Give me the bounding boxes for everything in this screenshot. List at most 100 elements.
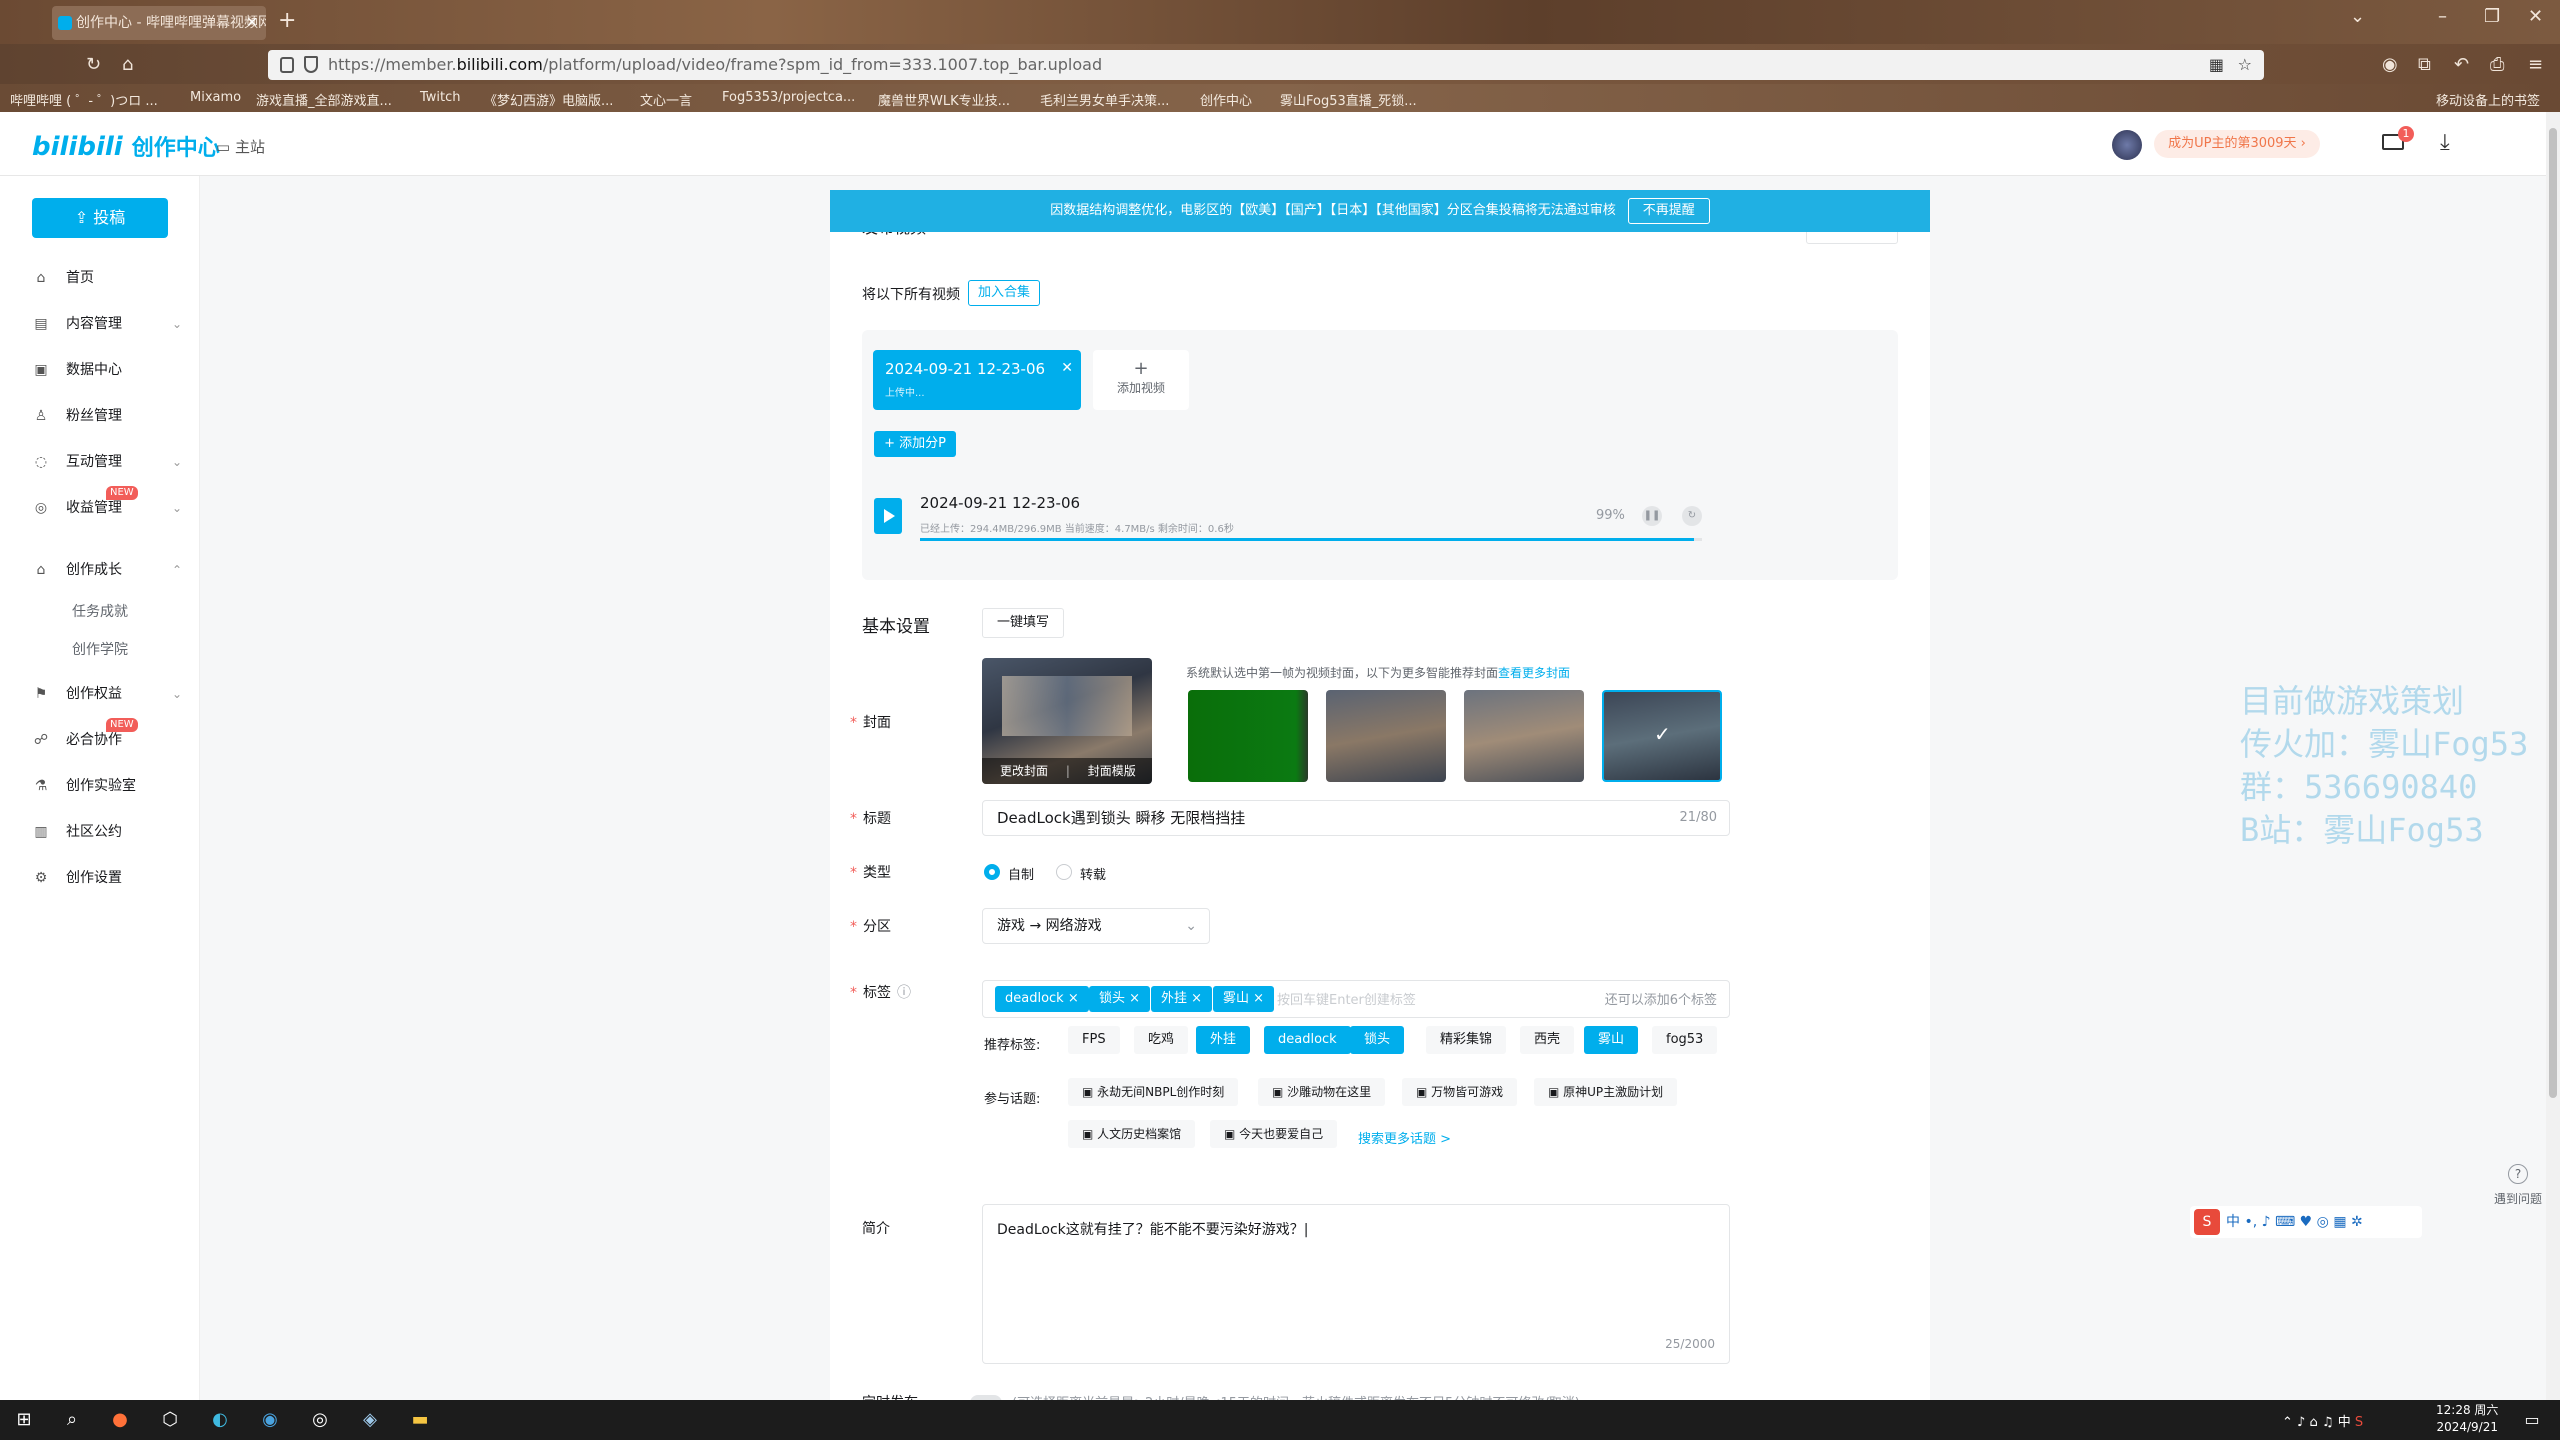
title-input[interactable]: DeadLock遇到锁头 瞬移 无限档挡挂 21/80 [982, 800, 1730, 836]
recommended-tag[interactable]: FPS [1068, 1026, 1120, 1054]
info-icon[interactable]: ⓘ [897, 985, 911, 1001]
reload-icon[interactable]: ↻ [86, 54, 101, 75]
bookmark-item[interactable]: Twitch [420, 90, 461, 105]
add-to-collection-button[interactable]: 加入合集 [968, 280, 1040, 306]
recommended-tag[interactable]: 精彩集锦 [1426, 1026, 1507, 1054]
tag-chip[interactable]: 外挂 × [1151, 986, 1213, 1012]
type-self-radio[interactable] [984, 864, 1000, 880]
undo-icon[interactable]: ↶ [2454, 54, 2469, 75]
remove-video-icon[interactable]: ✕ [1061, 360, 1073, 376]
tag-input[interactable]: deadlock × 锁头 × 外挂 × 雾山 × 按回车键Enter创建标签 … [982, 980, 1730, 1018]
recommended-tag[interactable]: 吃鸡 [1134, 1026, 1189, 1054]
cover-option-selected[interactable]: ✓ [1602, 690, 1722, 782]
edge-icon[interactable]: ◐ [208, 1408, 232, 1432]
bookmark-item[interactable]: 创作中心 [1200, 90, 1252, 109]
recommended-tag[interactable]: deadlock [1264, 1026, 1351, 1054]
tag-chip[interactable]: 雾山 × [1213, 986, 1275, 1012]
topic-chip[interactable]: ▣ 永劫无间NBPL创作时刻 [1068, 1078, 1239, 1106]
video-card[interactable]: 2024-09-21 12-23-06 上传中... ✕ [873, 350, 1081, 410]
sidebar-sub-academy[interactable]: 创作学院 [32, 638, 182, 662]
recommended-tag[interactable]: 外挂 [1196, 1026, 1251, 1054]
url-bar[interactable]: https://member.bilibili.com/platform/upl… [268, 50, 2264, 80]
bookmark-item[interactable]: 魔兽世界WLK专业技... [878, 90, 1010, 109]
sidebar-item-growth[interactable]: ⌂ 创作成长 ⌃ [32, 558, 182, 582]
page-scrollbar[interactable] [2546, 112, 2560, 1400]
app-icon[interactable]: ◉ [258, 1408, 282, 1432]
bookmark-item[interactable]: Fog5353/projectca... [722, 90, 855, 105]
search-icon[interactable]: ⌕ [60, 1408, 84, 1432]
recommended-tag[interactable]: fog53 [1652, 1026, 1718, 1054]
tab-list-icon[interactable]: ⌄ [2350, 6, 2365, 27]
tracking-shield-icon[interactable] [304, 56, 318, 73]
bookmark-item[interactable]: 哔哩哔哩 ( ゜- ゜)つロ ... [10, 90, 158, 109]
account-icon[interactable]: ◉ [2382, 54, 2398, 75]
add-video-button[interactable]: + 添加视频 [1093, 350, 1189, 410]
recommended-tag[interactable]: 西壳 [1520, 1026, 1575, 1054]
up-days-button[interactable]: 成为UP主的第3009天 › [2154, 130, 2320, 158]
sidebar-item-rights[interactable]: ⚑ 创作权益 ⌄ [32, 682, 182, 706]
bookmark-item[interactable]: 文心一言 [640, 90, 692, 109]
cover-option-green[interactable] [1188, 690, 1308, 782]
sidebar-item-collab[interactable]: ☍ 必合协作 NEW [32, 718, 182, 752]
cover-preview[interactable]: 更改封面 | 封面模版 [982, 658, 1152, 784]
notification-icon[interactable]: ▭ [2520, 1408, 2544, 1432]
browser-tab[interactable]: 创作中心 - 哔哩哔哩弹幕视频网 ✕ [52, 6, 266, 40]
lock-icon[interactable] [280, 57, 294, 73]
main-site-link[interactable]: ▭ 主站 [216, 136, 265, 157]
sidebar-item-content[interactable]: ▤ 内容管理 ⌄ [32, 312, 182, 336]
firefox-icon[interactable]: ● [108, 1408, 132, 1432]
bookmark-item[interactable]: 游戏直播_全部游戏直... [256, 90, 392, 109]
post-button[interactable]: ⇪ 投稿 [32, 198, 168, 238]
sidebar-item-rules[interactable]: ▥ 社区公约 [32, 820, 182, 844]
bookmark-item[interactable]: 雾山Fog53直播_死锁... [1280, 90, 1417, 109]
description-textarea[interactable]: DeadLock这就有挂了？能不能不要污染好游戏？| 25/2000 [982, 1204, 1730, 1364]
home-nav-icon[interactable]: ⌂ [122, 54, 133, 75]
sidebar-sub-tasks[interactable]: 任务成就 [32, 600, 182, 624]
close-tab-icon[interactable]: ✕ [246, 6, 258, 40]
extension-icon[interactable]: ⧉ [2418, 54, 2431, 75]
recommended-tag[interactable]: 雾山 [1584, 1026, 1639, 1054]
sidebar-item-fans[interactable]: ♙ 粉丝管理 [32, 404, 182, 428]
bookmark-item[interactable]: 毛利兰男女单手决策... [1040, 90, 1169, 109]
sidebar-item-settings[interactable]: ⚙ 创作设置 [32, 866, 182, 890]
cover-option[interactable] [1464, 690, 1584, 782]
more-covers-link[interactable]: 查看更多封面 [1498, 666, 1570, 680]
avatar[interactable] [2112, 130, 2142, 160]
dismiss-notice-button[interactable]: 不再提醒 [1627, 198, 1710, 224]
zone-select[interactable]: 游戏 → 网络游戏 ⌄ [982, 908, 1210, 944]
bookmark-star-icon[interactable]: ☆ [2238, 50, 2252, 80]
windows-start-icon[interactable]: ⊞ [12, 1408, 36, 1432]
help-widget[interactable]: ? 遇到问题 [2490, 1164, 2546, 1207]
tray-chevron-icon[interactable]: ⌃ [2282, 1415, 2293, 1430]
change-cover-button[interactable]: 更改封面 [982, 764, 1048, 778]
type-repost-radio[interactable] [1056, 864, 1072, 880]
bookmark-item[interactable]: 《梦幻西游》电脑版... [484, 90, 613, 109]
qr-code-icon[interactable]: ▦ [2209, 50, 2224, 80]
new-tab-button[interactable]: + [278, 8, 296, 33]
app-icon[interactable]: ⬡ [158, 1408, 182, 1432]
bookmark-item[interactable]: Mixamo [190, 90, 241, 105]
topic-chip[interactable]: ▣ 人文历史档案馆 [1068, 1120, 1196, 1148]
cover-option[interactable] [1326, 690, 1446, 782]
steam-icon[interactable]: ◈ [358, 1408, 382, 1432]
bilibili-logo[interactable]: bilibili 创作中心 [32, 130, 220, 162]
volume-icon[interactable]: ♫ [2322, 1415, 2334, 1430]
system-tray[interactable]: ⌃ ♪ ⌂ ♫ 中 S [2282, 1411, 2363, 1430]
cover-template-button[interactable]: 封面模版 [1088, 764, 1136, 778]
sogou-tray-icon[interactable]: S [2355, 1415, 2363, 1430]
ime-toolbar[interactable]: S中 •, ♪ ⌨ ♥ ◎ ▦ ✲ [2190, 1206, 2422, 1238]
close-window-icon[interactable]: ✕ [2528, 6, 2543, 27]
folder-icon[interactable]: ▬ [408, 1408, 432, 1432]
screenshot-icon[interactable]: ⎙ [2490, 54, 2504, 75]
clock[interactable]: 12:28 周六 2024/9/21 [2436, 1402, 2498, 1436]
sidebar-item-home[interactable]: ⌂ 首页 [32, 266, 182, 290]
tag-chip[interactable]: 锁头 × [1089, 986, 1151, 1012]
menu-icon[interactable]: ≡ [2528, 54, 2543, 75]
topic-chip[interactable]: ▣ 沙雕动物在这里 [1258, 1078, 1386, 1106]
sidebar-item-interact[interactable]: ◌ 互动管理 ⌄ [32, 450, 182, 474]
sidebar-item-data[interactable]: ▣ 数据中心 [32, 358, 182, 382]
download-icon[interactable]: ⤓ [2440, 130, 2450, 155]
one-click-fill-button[interactable]: 一键填写 [982, 608, 1064, 638]
sidebar-item-income[interactable]: ◎ 收益管理 NEW ⌄ [32, 486, 182, 520]
recommended-tag[interactable]: 锁头 [1350, 1026, 1405, 1054]
